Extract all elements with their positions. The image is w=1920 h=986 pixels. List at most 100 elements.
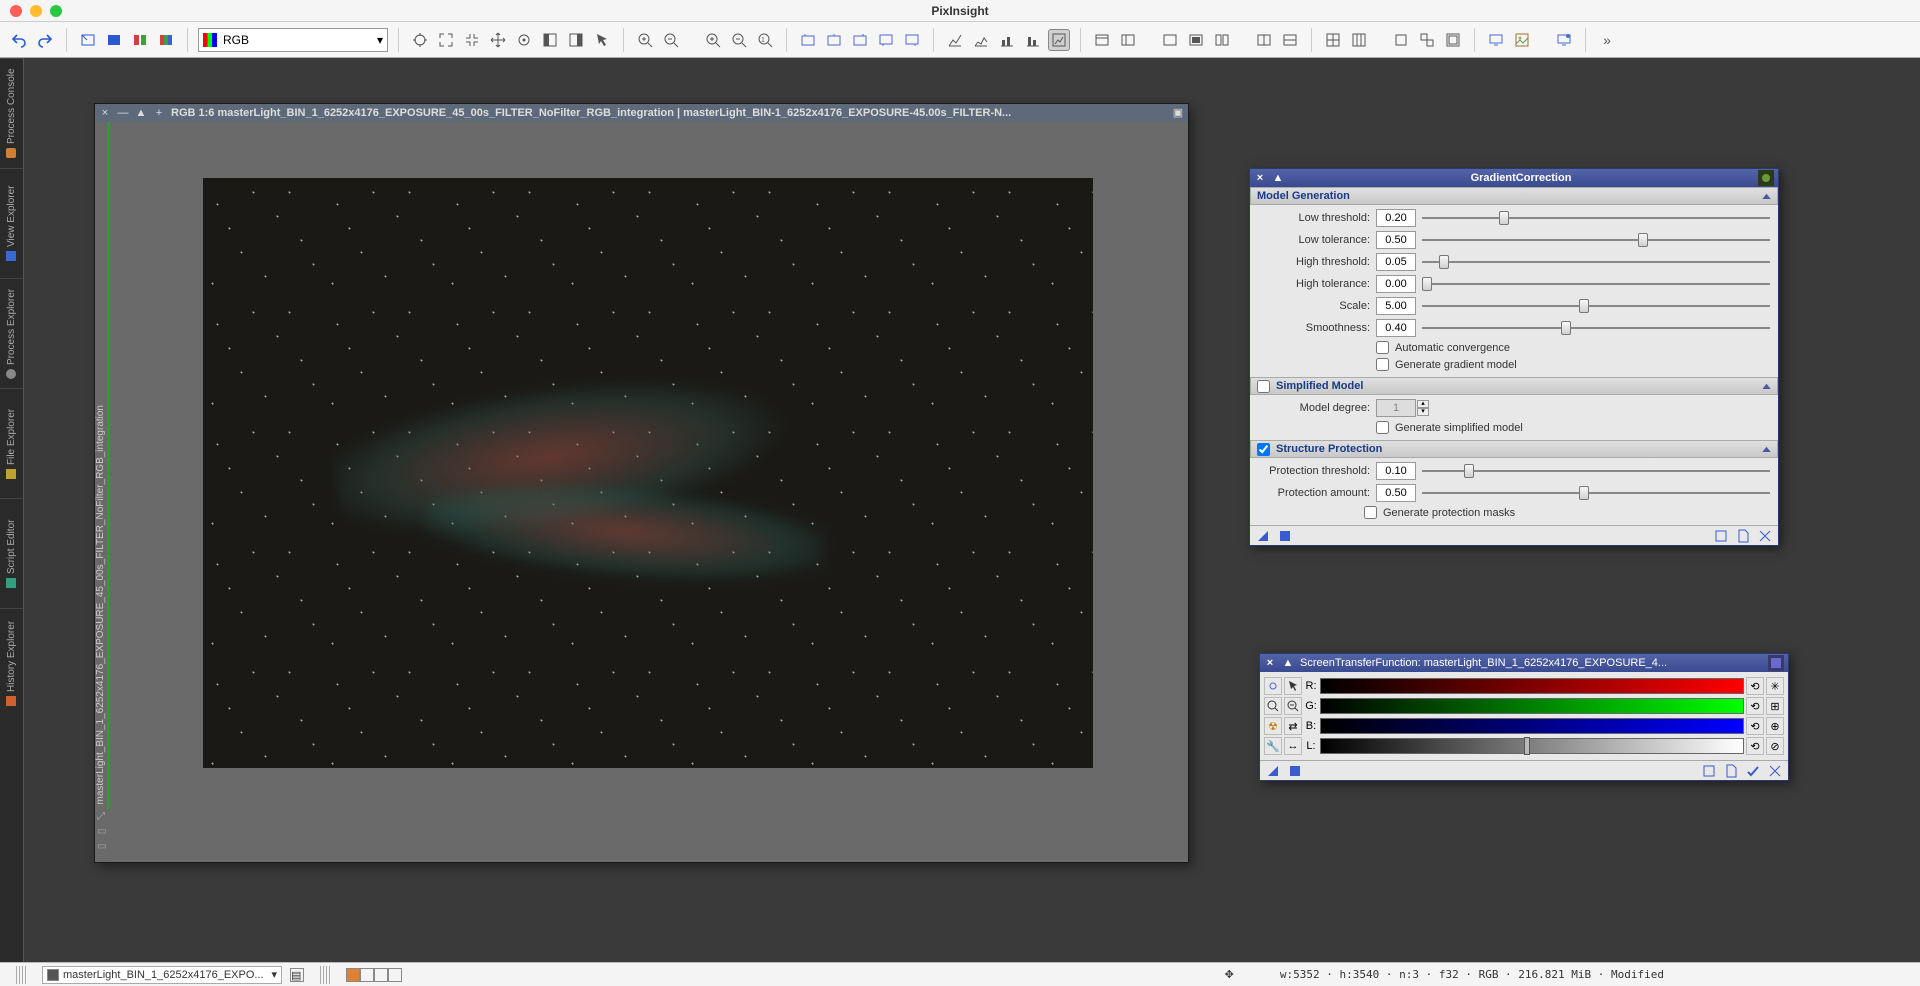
zoom-in2-icon[interactable] [702, 29, 724, 51]
tool-d-icon[interactable] [155, 29, 177, 51]
tool-c-icon[interactable] [129, 29, 151, 51]
gear-icon[interactable]: ✳ [1766, 677, 1784, 695]
scale-slider[interactable] [1422, 299, 1770, 313]
high-threshold-input[interactable]: 0.05 [1376, 253, 1416, 271]
collapse-icon[interactable] [1762, 380, 1771, 392]
layout-d-icon[interactable] [1416, 29, 1438, 51]
check-icon[interactable] [1746, 764, 1760, 778]
simplified-model-checkbox[interactable] [1257, 380, 1270, 393]
protection-threshold-input[interactable]: 0.10 [1376, 462, 1416, 480]
crosshair-icon[interactable] [513, 29, 535, 51]
layout-c-icon[interactable] [1390, 29, 1412, 51]
reset-g-icon[interactable]: ⟲ [1746, 697, 1764, 715]
grip-icon[interactable] [320, 966, 330, 984]
monitor-icon[interactable] [1485, 29, 1507, 51]
view-f-icon[interactable] [1253, 29, 1275, 51]
side-tab-history-explorer[interactable]: History Explorer [0, 608, 23, 718]
view-d-icon[interactable] [1185, 29, 1207, 51]
stf-r-slider[interactable] [1320, 678, 1744, 694]
zoom-target-icon[interactable] [409, 29, 431, 51]
monitor2-icon[interactable] [1553, 29, 1575, 51]
smoothness-slider[interactable] [1422, 321, 1770, 335]
view-a-icon[interactable] [1091, 29, 1113, 51]
zoom-out-icon[interactable] [660, 29, 682, 51]
view-rect-icon[interactable]: ▭ [97, 826, 106, 837]
structure-protection-checkbox[interactable] [1257, 443, 1270, 456]
model-degree-input[interactable]: 1 [1376, 399, 1416, 417]
mask-toggle[interactable]: ▤ [290, 968, 304, 982]
image-view-tab[interactable]: masterLight_BIN_1_6252x4176_EXPOSURE_45_… [95, 122, 115, 854]
dialog-titlebar[interactable]: × ▲ GradientCorrection [1250, 169, 1778, 187]
view-g-icon[interactable] [1279, 29, 1301, 51]
fit-in-icon[interactable] [461, 29, 483, 51]
apply-global-icon[interactable] [1278, 529, 1292, 543]
side-tab-process-explorer[interactable]: Process Explorer [0, 278, 23, 388]
nuke-icon[interactable]: ☢ [1264, 717, 1282, 735]
reset-icon[interactable] [1758, 529, 1772, 543]
panel-right-icon[interactable] [565, 29, 587, 51]
link-icon[interactable] [1264, 677, 1282, 695]
workspace-color-swatches[interactable] [346, 968, 402, 982]
shade-icon[interactable]: ▲ [135, 107, 147, 119]
close-icon[interactable]: × [1254, 172, 1266, 184]
stf-dialog[interactable]: × ▲ ScreenTransferFunction: masterLight_… [1259, 653, 1789, 781]
gen-simplified-checkbox[interactable] [1376, 421, 1389, 434]
wrench-icon[interactable]: 🔧 [1264, 737, 1282, 755]
new-instance-icon[interactable] [1714, 529, 1728, 543]
swap-icon[interactable]: ⇄ [1284, 717, 1302, 735]
shade-icon[interactable]: ▲ [1282, 657, 1294, 669]
zoom-reset-icon[interactable]: 1 [754, 29, 776, 51]
section-structure-protection[interactable]: Structure Protection [1250, 440, 1778, 458]
new-instance-icon[interactable] [1702, 764, 1716, 778]
auto-convergence-checkbox[interactable] [1376, 341, 1389, 354]
target-icon[interactable]: ⊕ [1766, 717, 1784, 735]
view-fit-icon[interactable]: ▭ [97, 841, 106, 852]
section-model-generation[interactable]: Model Generation [1250, 187, 1778, 205]
high-threshold-slider[interactable] [1422, 255, 1770, 269]
grid-a-icon[interactable] [797, 29, 819, 51]
gen-gradient-checkbox[interactable] [1376, 358, 1389, 371]
smoothness-input[interactable]: 0.40 [1376, 319, 1416, 337]
zoom-11-icon[interactable] [1284, 697, 1302, 715]
image-selector[interactable]: masterLight_BIN_1_6252x4176_EXPO... ▾ [42, 966, 282, 984]
scale-input[interactable]: 5.00 [1376, 297, 1416, 315]
reset-l-icon[interactable]: ⟲ [1746, 737, 1764, 755]
reset-r-icon[interactable]: ⟲ [1746, 677, 1764, 695]
zoom-fit-icon[interactable] [1264, 697, 1282, 715]
protection-amount-input[interactable]: 0.50 [1376, 484, 1416, 502]
close-icon[interactable]: × [1264, 657, 1276, 669]
view-c-icon[interactable] [1159, 29, 1181, 51]
apply-global-icon[interactable] [1288, 764, 1302, 778]
graph-e-icon[interactable] [1048, 29, 1070, 51]
protection-amount-slider[interactable] [1422, 486, 1770, 500]
graph-a-icon[interactable] [944, 29, 966, 51]
image-window[interactable]: × — ▲ + RGB 1:6 masterLight_BIN_1_6252x4… [94, 103, 1189, 863]
fit-window-icon[interactable] [435, 29, 457, 51]
layout-e-icon[interactable] [1442, 29, 1464, 51]
shade-icon[interactable]: ▲ [1272, 172, 1284, 184]
protection-threshold-slider[interactable] [1422, 464, 1770, 478]
minimize-icon[interactable]: — [117, 107, 129, 119]
layout-a-icon[interactable] [1322, 29, 1344, 51]
tool-a-icon[interactable] [77, 29, 99, 51]
spin-down-icon[interactable]: ▾ [1417, 408, 1429, 416]
side-tab-view-explorer[interactable]: View Explorer [0, 168, 23, 278]
stf-b-slider[interactable] [1320, 718, 1744, 734]
grid-d-icon[interactable] [875, 29, 897, 51]
image-window-titlebar[interactable]: × — ▲ + RGB 1:6 masterLight_BIN_1_6252x4… [95, 104, 1188, 122]
grip-icon[interactable] [16, 966, 26, 984]
graph-b-icon[interactable] [970, 29, 992, 51]
move-icon[interactable] [487, 29, 509, 51]
collapse-icon[interactable] [1762, 190, 1771, 202]
stf-g-slider[interactable] [1320, 698, 1744, 714]
undo-button[interactable] [8, 29, 30, 51]
view-expand-icon[interactable]: ⤢ [97, 811, 106, 822]
gen-masks-checkbox[interactable] [1364, 506, 1377, 519]
close-icon[interactable]: × [99, 107, 111, 119]
view-b-icon[interactable] [1117, 29, 1139, 51]
view-e-icon[interactable] [1211, 29, 1233, 51]
low-threshold-input[interactable]: 0.20 [1376, 209, 1416, 227]
apply-icon[interactable] [1266, 764, 1280, 778]
swap2-icon[interactable]: ↔ [1284, 737, 1302, 755]
pointer-icon[interactable] [591, 29, 613, 51]
